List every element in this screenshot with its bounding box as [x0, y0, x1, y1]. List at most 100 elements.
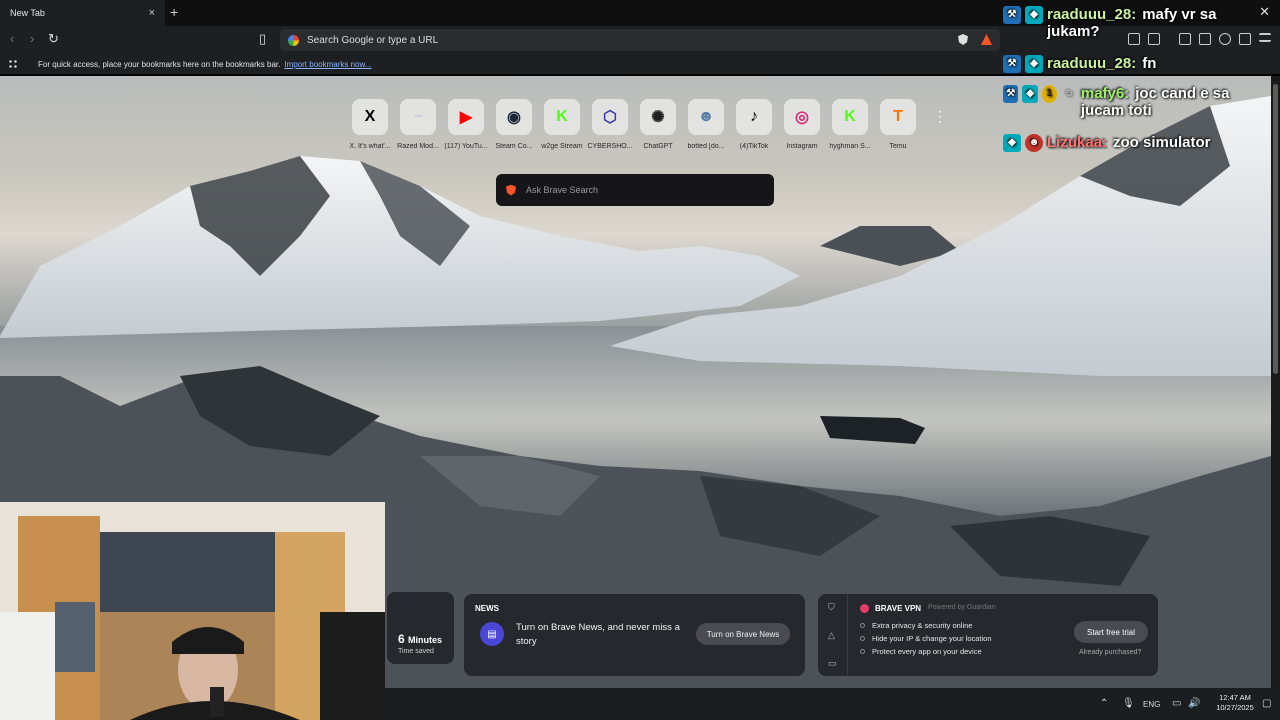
- top-site[interactable]: ✺ ChatGPT: [634, 99, 682, 150]
- check-icon: [860, 636, 865, 641]
- top-site-icon[interactable]: ⬡: [592, 99, 628, 135]
- card-icon[interactable]: ▭: [828, 658, 837, 669]
- top-site-icon[interactable]: ◎: [784, 99, 820, 135]
- top-site-label: (4)TikTok: [739, 143, 769, 150]
- taskbar-clock[interactable]: 12:47 AM 10/27/2025: [1210, 693, 1260, 713]
- top-site-label: Instagram: [786, 143, 818, 150]
- check-icon: [860, 623, 865, 628]
- tray-overflow-icon[interactable]: ⌃: [1100, 698, 1108, 709]
- brave-rewards-icon[interactable]: [981, 34, 992, 45]
- webcam-scene: [0, 502, 385, 720]
- page-scrollbar[interactable]: [1271, 76, 1280, 688]
- top-site-icon[interactable]: ◉: [496, 99, 532, 135]
- chat-text: zoo simulator: [1113, 134, 1211, 151]
- windows-taskbar: ⌃ 🎙 ENG ▭ 🔊 12:47 AM 10/27/2025 ▢: [385, 688, 1280, 720]
- top-site[interactable]: T Temu: [874, 99, 922, 150]
- top-site-icon[interactable]: ~: [400, 99, 436, 135]
- scrollbar-thumb[interactable]: [1273, 84, 1278, 374]
- clock-time: 12:47 AM: [1219, 693, 1251, 702]
- top-site-icon[interactable]: ▶: [448, 99, 484, 135]
- pickaxe-badge-icon: ⚒: [1003, 85, 1019, 103]
- google-icon: [288, 34, 299, 46]
- chat-message: ◆ ☻ Lizukaa: zoo simulator: [1003, 134, 1273, 152]
- address-bar-placeholder: Search Google or type a URL: [307, 34, 439, 46]
- top-site[interactable]: ◎ Instagram: [778, 99, 826, 150]
- streamer-badge-icon: ◆: [1025, 55, 1043, 73]
- already-purchased-link[interactable]: Already purchased?: [1079, 649, 1141, 656]
- bookmark-icon[interactable]: ▯: [259, 31, 266, 47]
- top-site[interactable]: ◉ Steam Co...: [490, 99, 538, 150]
- network-icon[interactable]: ▭: [1172, 698, 1181, 709]
- pickaxe-badge-icon: ⚒: [1003, 6, 1021, 24]
- tier-badge-icon: 1: [1041, 85, 1058, 103]
- chat-message: ⚒ ◆ raaduuu_28: fn: [1003, 55, 1273, 73]
- brave-news-card: NEWS ▤ Turn on Brave News, and never mis…: [464, 594, 805, 676]
- top-site-label: CYBERSHO...: [587, 143, 633, 150]
- reload-icon[interactable]: ↻: [48, 31, 59, 47]
- notification-icon[interactable]: ▢: [1262, 698, 1271, 709]
- apps-grid-icon[interactable]: [8, 59, 18, 69]
- check-icon: [860, 649, 865, 654]
- top-site[interactable]: ♪ (4)TikTok: [730, 99, 778, 150]
- streamer-badge-icon: ◆: [1025, 6, 1043, 24]
- news-title: NEWS: [475, 604, 499, 613]
- brave-vpn-card: ⛉ △ ▭ BRAVE VPN Powered by Guardian Extr…: [818, 594, 1158, 676]
- news-icon: ▤: [480, 622, 504, 646]
- vpn-title: BRAVE VPN: [875, 604, 922, 613]
- vpn-powered-by: Powered by Guardian: [928, 604, 996, 611]
- turn-on-news-button[interactable]: Turn on Brave News: [696, 623, 790, 645]
- import-bookmarks-link[interactable]: Import bookmarks now...: [284, 60, 371, 69]
- tab-close-icon[interactable]: ×: [149, 7, 155, 19]
- back-icon[interactable]: ‹: [10, 31, 14, 46]
- top-site[interactable]: ~ Razed Mod...: [394, 99, 442, 150]
- top-site-label: (117) YouTu...: [444, 143, 488, 150]
- top-site[interactable]: ⬡ CYBERSHO...: [586, 99, 634, 150]
- vpn-logo-icon: [860, 604, 869, 613]
- tab-title: New Tab: [10, 8, 45, 18]
- minutes-value: 6: [398, 632, 405, 646]
- top-site-icon[interactable]: ☻: [688, 99, 724, 135]
- avatar-badge-icon: ☻: [1025, 134, 1043, 152]
- top-site-label: w2ge Stream: [541, 143, 583, 150]
- new-tab-button[interactable]: +: [170, 4, 178, 20]
- top-site-label: Temu: [889, 143, 907, 150]
- vpn-card-sidebar: ⛉ △ ▭: [818, 594, 848, 676]
- microphone-icon[interactable]: 🎙: [1122, 698, 1135, 709]
- tab-new-tab[interactable]: New Tab ×: [0, 0, 165, 26]
- top-site[interactable]: X X. It's what'...: [346, 99, 394, 150]
- news-text: Turn on Brave News, and never miss a sto…: [516, 622, 680, 647]
- brave-shields-icon[interactable]: [958, 34, 968, 45]
- address-bar[interactable]: Search Google or type a URL: [280, 29, 1000, 51]
- alert-icon[interactable]: △: [828, 630, 835, 641]
- top-site[interactable]: ☻ botted [do...: [682, 99, 730, 150]
- time-saved-card: 6 Minutes Time saved: [387, 592, 454, 664]
- top-site-label: hyghman S...: [829, 143, 871, 150]
- top-sites-grid: X X. It's what'... ~ Razed Mod... ▶ (117) You…: [346, 99, 922, 150]
- forward-icon[interactable]: ›: [30, 31, 34, 46]
- brave-search-box[interactable]: Ask Brave Search: [496, 174, 774, 206]
- top-sites-more-icon[interactable]: ⋮: [933, 108, 947, 125]
- top-site-icon[interactable]: T: [880, 99, 916, 135]
- top-site-icon[interactable]: ♪: [736, 99, 772, 135]
- vpn-feature-text: Protect every app on your device: [872, 647, 982, 656]
- top-site-label: ChatGPT: [643, 143, 673, 150]
- top-site-icon[interactable]: ✺: [640, 99, 676, 135]
- chat-message: ⚒ ◆ 1 ☺ mafy6: joc cand e sa jucam toti: [1003, 85, 1273, 119]
- top-site-icon[interactable]: K: [832, 99, 868, 135]
- shield-icon[interactable]: ⛉: [828, 602, 835, 613]
- minutes-unit: Minutes: [408, 635, 443, 645]
- top-site[interactable]: ▶ (117) YouTu...: [442, 99, 490, 150]
- vpn-feature: Protect every app on your device: [860, 647, 982, 656]
- top-site-icon[interactable]: X: [352, 99, 388, 135]
- language-indicator[interactable]: ENG: [1143, 700, 1160, 709]
- streamer-badge-icon: ◆: [1003, 134, 1021, 152]
- chat-username: mafy6:: [1080, 85, 1130, 102]
- chat-username: raaduuu_28:: [1047, 6, 1137, 23]
- top-site-icon[interactable]: K: [544, 99, 580, 135]
- bookmarks-hint: For quick access, place your bookmarks h…: [38, 59, 281, 69]
- search-placeholder: Ask Brave Search: [526, 185, 599, 195]
- top-site[interactable]: Kw2ge Stream: [538, 99, 586, 150]
- top-site[interactable]: Khyghman S...: [826, 99, 874, 150]
- volume-icon[interactable]: 🔊: [1188, 698, 1200, 709]
- start-free-trial-button[interactable]: Start free trial: [1074, 621, 1148, 643]
